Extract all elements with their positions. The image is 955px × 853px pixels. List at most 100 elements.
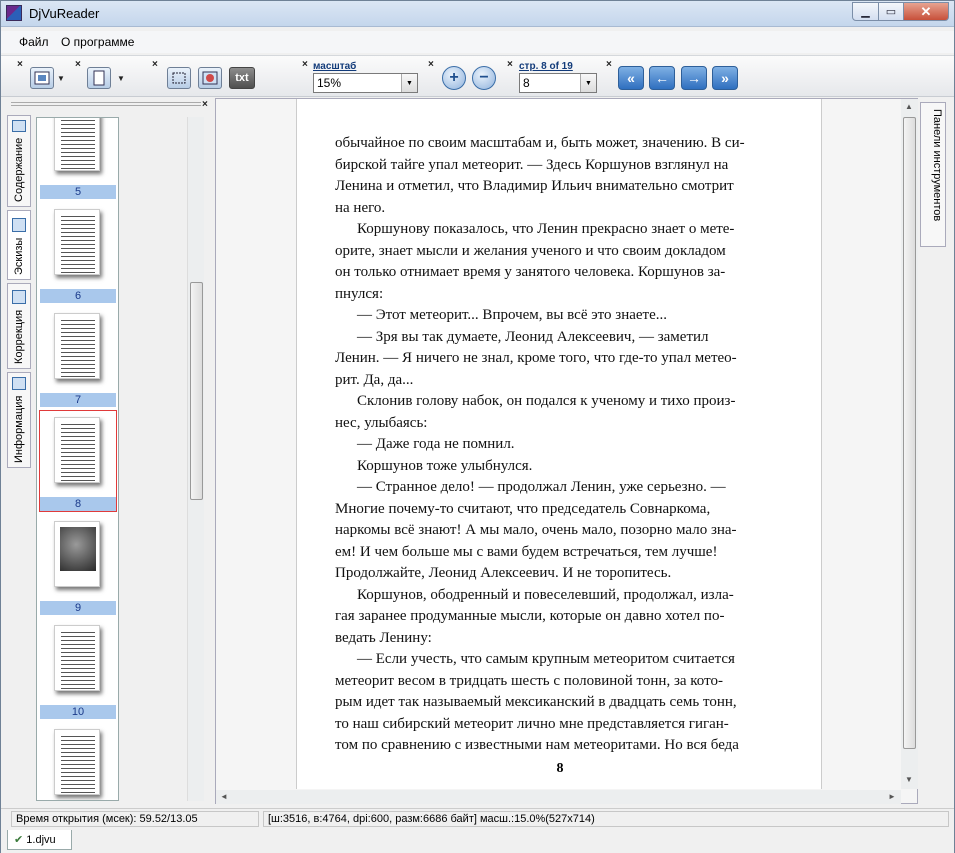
thumbnail-image xyxy=(54,729,100,795)
image-button[interactable] xyxy=(198,67,222,89)
toolbar-close-icon[interactable]: × xyxy=(606,60,612,70)
close-icon: ✕ xyxy=(920,3,932,19)
thumbnail-item[interactable] xyxy=(39,722,117,800)
first-page-button[interactable]: « xyxy=(618,66,644,90)
thumbnail-number: 5 xyxy=(40,185,116,199)
close-button[interactable]: ✕ xyxy=(903,2,949,21)
layout-button[interactable] xyxy=(30,67,54,89)
select-area-button[interactable] xyxy=(167,67,191,89)
tab-document-label: 1.djvu xyxy=(26,834,56,846)
text-line: пнулся: xyxy=(335,285,384,302)
scroll-thumb[interactable] xyxy=(903,117,916,749)
tab-label: Содержание xyxy=(13,137,25,202)
thumbnail-number: 8 xyxy=(40,497,116,511)
tools-panel-label: Панели инструментов xyxy=(931,109,943,222)
last-page-button[interactable]: » xyxy=(712,66,738,90)
text-mode-button[interactable]: txt xyxy=(229,67,255,89)
tab-contents[interactable]: Содержание xyxy=(7,115,31,207)
menu-file[interactable]: Файл xyxy=(19,35,49,49)
toolbar-close-icon[interactable]: × xyxy=(17,60,23,70)
thumbnail-image xyxy=(54,625,100,691)
tab-correction[interactable]: Коррекция xyxy=(7,283,31,369)
thumbnail-number: 7 xyxy=(40,393,116,407)
layout-dropdown-icon[interactable]: ▼ xyxy=(57,74,65,83)
menu-about[interactable]: О программе xyxy=(61,35,134,49)
text-line: то наш сибирский метеорит лично мне пред… xyxy=(335,715,729,732)
zoom-dropdown-icon[interactable]: ▼ xyxy=(401,74,417,92)
open-time-status: Время открытия (мсек): 59.52/13.05 xyxy=(11,811,259,827)
text-line: он только отнимает время у занятого чело… xyxy=(335,264,726,280)
page-view-dropdown-icon[interactable]: ▼ xyxy=(117,74,125,83)
scroll-thumb[interactable] xyxy=(190,282,203,500)
zoom-label: масштаб xyxy=(313,61,357,72)
text-line: — Если учесть, что самым крупным метеори… xyxy=(357,651,735,667)
toolbar-close-icon[interactable]: × xyxy=(428,60,434,70)
title-bar: DjVuReader ▁ ▭ ✕ xyxy=(1,1,954,27)
text-line: том по сравнению с известными нам метеор… xyxy=(335,737,739,753)
check-icon: ✔ xyxy=(14,834,24,846)
scroll-down-icon[interactable]: ▼ xyxy=(905,775,913,784)
thumbnail-scrollbar[interactable] xyxy=(187,117,204,801)
text-line: — Даже года не помнил. xyxy=(357,436,515,452)
toolbar-close-icon[interactable]: × xyxy=(75,60,81,70)
text-line: ем! И чем больше мы с вами будем встреча… xyxy=(335,543,718,560)
thumbnails-icon xyxy=(12,217,26,232)
maximize-button[interactable]: ▭ xyxy=(878,2,904,21)
thumbnail-item[interactable]: 10 xyxy=(39,618,117,720)
zoom-out-button[interactable]: − xyxy=(472,66,496,90)
page-info-status: [ш:3516, в:4764, dpi:600, разм:6686 байт… xyxy=(263,811,949,827)
tab-document[interactable]: ✔ 1.djvu xyxy=(7,830,72,850)
prev-page-button[interactable]: ← xyxy=(649,66,675,90)
thumbnail-number: 9 xyxy=(40,601,116,615)
scroll-left-icon[interactable]: ◄ xyxy=(220,792,228,801)
vertical-scrollbar[interactable]: ▲ ▼ xyxy=(901,99,918,789)
text-line: Коршунов тоже улыбнулся. xyxy=(357,457,533,474)
maximize-icon: ▭ xyxy=(885,6,897,18)
text-line: — Этот метеорит... Впрочем, вы всё это з… xyxy=(357,307,668,323)
minimize-button[interactable]: ▁ xyxy=(852,2,879,21)
text-line: Ленин. — Я ничего не знал, кроме того, ч… xyxy=(335,350,737,366)
page-view-button[interactable] xyxy=(87,67,111,89)
arrow-left-icon: ← xyxy=(655,70,669,86)
thumbnail-item[interactable]: 5 xyxy=(39,118,117,200)
thumbnail-image xyxy=(54,118,100,171)
text-line: рым идет так называемый мексиканский в д… xyxy=(335,694,737,710)
scroll-up-icon[interactable]: ▲ xyxy=(905,102,913,111)
zoom-in-button[interactable]: + xyxy=(442,66,466,90)
horizontal-scrollbar[interactable]: ◄ ► xyxy=(216,790,901,804)
next-page-button[interactable]: → xyxy=(681,66,707,90)
thumbnail-number: 6 xyxy=(40,289,116,303)
thumbnail-image xyxy=(54,521,100,587)
page-select[interactable]: 8 ▼ xyxy=(519,73,597,93)
text-line: рит. Да, да... xyxy=(335,371,414,388)
tab-thumbnails[interactable]: Эскизы xyxy=(7,210,31,280)
toolbar-close-icon[interactable]: × xyxy=(507,60,513,70)
tab-info[interactable]: Информация xyxy=(7,372,31,468)
tools-panel-tab[interactable]: Панели инструментов xyxy=(920,102,946,247)
minimize-icon: ▁ xyxy=(861,6,870,18)
document-view[interactable]: обычайное по своим масштабам и, быть мож… xyxy=(215,98,918,804)
arrow-right-icon: → xyxy=(687,70,701,86)
thumbnail-item[interactable]: 9 xyxy=(39,514,117,616)
text-line: ведать Ленину: xyxy=(335,629,432,646)
thumbnail-item[interactable]: 6 xyxy=(39,202,117,304)
text-line: Многие почему-то считают, что председате… xyxy=(335,500,711,517)
contents-icon xyxy=(12,120,26,132)
page-dropdown-icon[interactable]: ▼ xyxy=(580,74,596,92)
left-panel-grip[interactable] xyxy=(11,102,201,106)
thumbnail-item[interactable]: 8 xyxy=(39,410,117,512)
thumbnail-image xyxy=(54,417,100,483)
document-page: обычайное по своим масштабам и, быть мож… xyxy=(296,99,822,789)
image-icon xyxy=(202,71,218,85)
left-panel-close-icon[interactable]: × xyxy=(202,100,208,110)
thumbnail-item[interactable]: 7 xyxy=(39,306,117,408)
scroll-right-icon[interactable]: ► xyxy=(888,792,896,801)
page-number: 8 xyxy=(556,761,564,776)
text-line: Ленина и отметил, что Владимир Ильич вни… xyxy=(335,178,734,194)
tab-label: Информация xyxy=(13,395,25,463)
toolbar-close-icon[interactable]: × xyxy=(152,60,158,70)
toolbar: × ▼ × ▼ × txt × масштаб 15% ▼ × + − × ст… xyxy=(1,55,954,97)
toolbar-close-icon[interactable]: × xyxy=(302,60,308,70)
thumbnail-list[interactable]: 5 6 7 8 9 10 xyxy=(36,117,119,801)
zoom-select[interactable]: 15% ▼ xyxy=(313,73,418,93)
